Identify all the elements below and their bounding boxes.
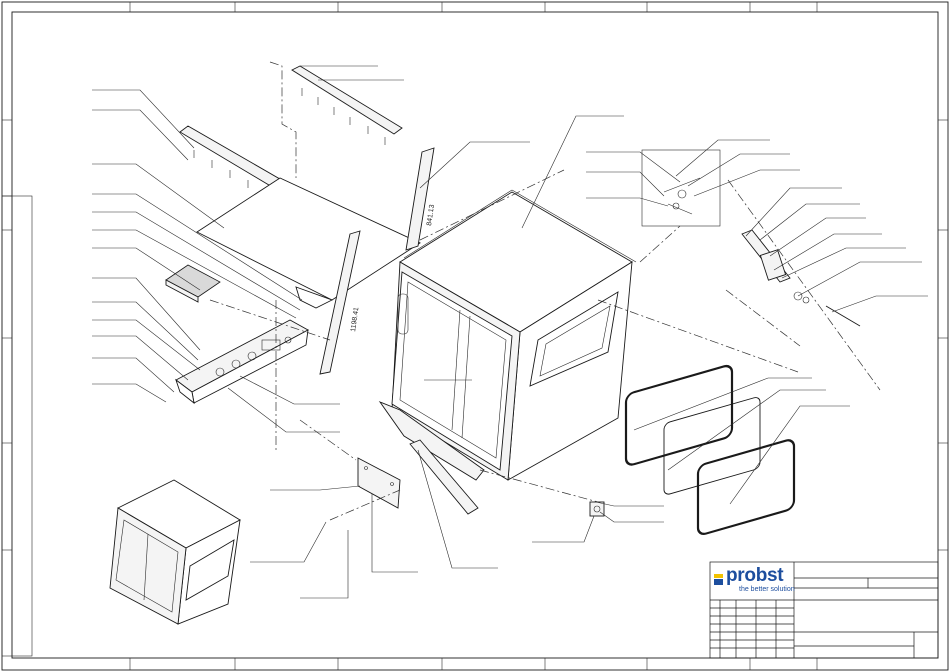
- window-glass-front: [663, 397, 761, 495]
- technical-drawing-sheet: 841.13 1198.41: [1, 1, 949, 671]
- window-seal-rear: [696, 439, 796, 536]
- probst-logo-icon: [714, 572, 723, 585]
- dimension-label-pillar-right: 841.13: [426, 204, 436, 226]
- roof-rail-upper: [291, 65, 403, 145]
- dashboard-console: [175, 319, 309, 405]
- door-lock: [589, 501, 605, 517]
- hinge-detail-inset: [641, 149, 721, 227]
- brand-tagline: the better solution: [739, 586, 795, 593]
- window-seal-front: [624, 364, 734, 466]
- insulation-mat: [165, 264, 221, 303]
- roof-panel: [196, 177, 421, 309]
- front-pillar-right: [405, 147, 435, 251]
- cab-assembly-preview: [109, 479, 241, 625]
- brand-name: probst: [726, 565, 784, 586]
- dimension-label-pillar-left: 1198.41: [350, 307, 360, 333]
- rear-cover-plate: [357, 457, 401, 509]
- wiper-mechanism: [741, 229, 861, 327]
